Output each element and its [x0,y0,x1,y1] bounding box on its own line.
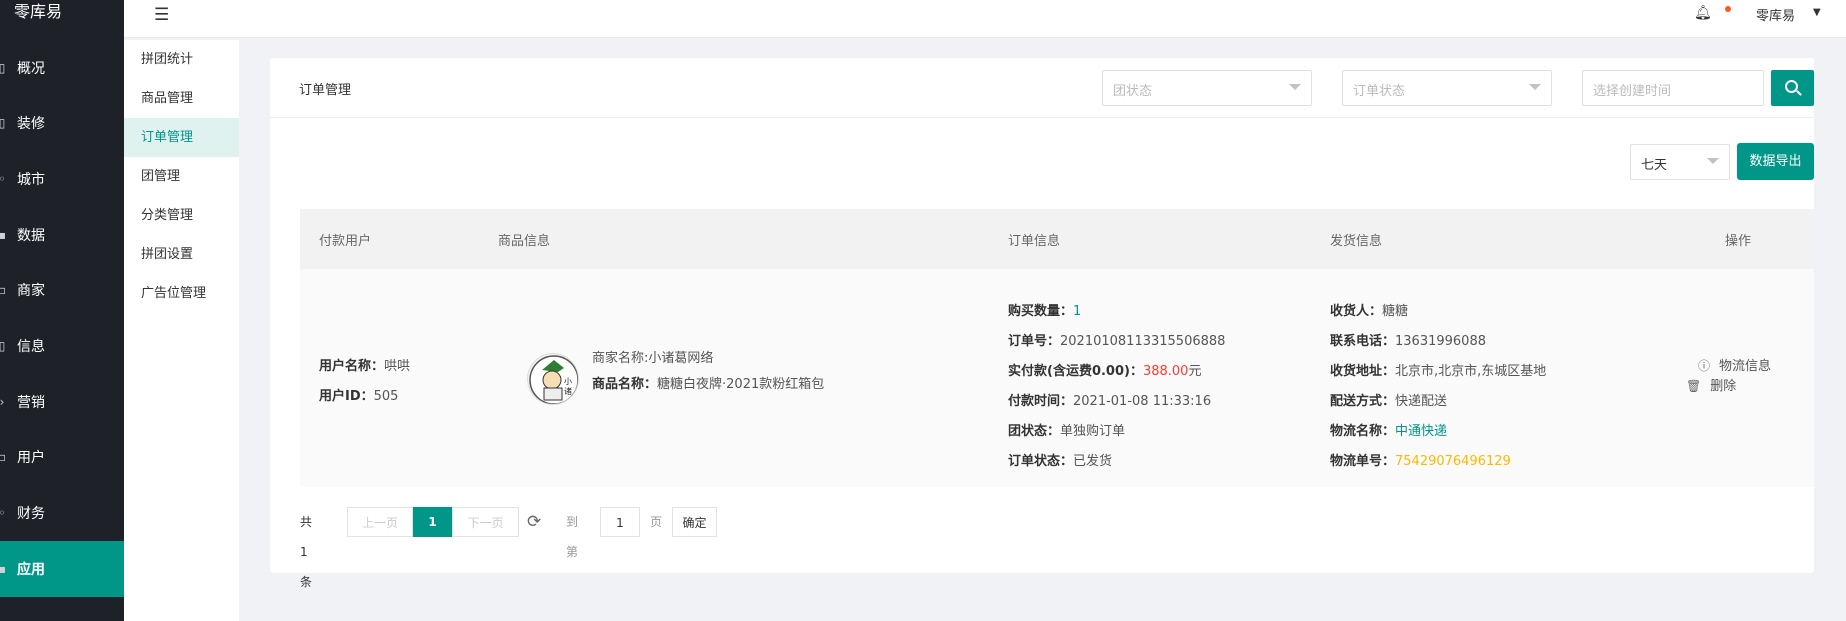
subnav-item-orders[interactable]: 订单管理 [124,118,239,157]
overview-icon: ▯ [0,61,6,75]
current-page[interactable]: 1 [413,507,452,537]
subnav-item-products[interactable]: 商品管理 [124,79,239,118]
table-row: 用户名称：哄哄 用户ID：505 小 诸 商家名称:小诸葛网络 商品名称：糖糖白… [300,269,1814,487]
app-icon: ▪ [0,562,7,576]
product-name: 商品名称：糖糖白夜牌·2021款粉红箱包 [592,377,825,392]
ship-phone: 联系电话：13631996088 [1330,334,1486,349]
trash-icon: 🗑︎ [1686,379,1702,393]
ship-address: 收货地址：北京市,北京市,东城区基地 [1330,364,1547,379]
notification-dot [1725,6,1731,12]
merchant-name: 商家名称:小诸葛网络 [592,351,714,366]
export-button[interactable]: 数据导出 [1737,143,1814,180]
nav-item-user[interactable]: ▫ 用户 [0,429,124,485]
delete-link[interactable]: 🗑︎ 删除 [1686,375,1736,394]
menu-toggle-icon[interactable]: ☰ [154,5,172,25]
user-id: 用户ID：505 [319,389,399,404]
city-icon: ◦ [0,172,6,186]
refresh-icon[interactable]: ⟳ [527,507,541,537]
order-group-status: 团状态：单独购订单 [1008,424,1126,439]
nav-item-info[interactable]: ▯ 信息 [0,318,124,374]
page-unit: 页 [650,515,663,529]
next-page-button[interactable]: 下一页 [452,507,519,537]
period-select[interactable]: 七天 [1630,144,1730,180]
order-no: 订单号：20210108113315506888 [1008,334,1226,349]
product-image: 小 诸 [527,353,579,405]
order-status-select[interactable]: 订单状态 [1342,70,1552,106]
subnav-item-settings[interactable]: 拼团设置 [124,235,239,274]
marketing-icon: › [0,395,5,409]
ship-tracking: 物流单号：75429076496129 [1330,454,1511,469]
svg-text:诸: 诸 [564,387,572,396]
info-circle-icon: ⓘ [1698,359,1711,373]
chevron-down-icon [1529,84,1541,90]
ship-receiver: 收货人：糖糖 [1330,304,1409,319]
merchant-icon: ▫ [0,283,7,297]
prev-page-button[interactable]: 上一页 [347,507,413,537]
order-status: 订单状态：已发货 [1008,454,1113,469]
main-nav: 零库易 ▯ 概况 ▯ 装修 ◦ 城市 ▪ 数据 ▫ 商家 ▯ 信息 › 营销 ▫ 用户 ◦ 财务 … [0,0,124,621]
logistics-info-link[interactable]: ⓘ 物流信息 [1698,355,1771,374]
goto-label: 到第 [566,515,579,559]
chevron-down-icon[interactable]: ▼ [1813,7,1821,18]
top-header: ☰ 🔔︎ 零库易 ▼ ⋮ [124,0,1846,38]
app-logo: 零库易 [14,2,63,21]
page-input[interactable]: 1 [600,507,640,537]
user-icon: ▫ [0,450,7,464]
group-status-select[interactable]: 团状态 [1102,70,1312,106]
ship-method: 配送方式：快递配送 [1330,394,1448,409]
ship-company: 物流名称：中通快递 [1330,424,1448,439]
subnav-item-ads[interactable]: 广告位管理 [124,274,239,313]
decorate-icon: ▯ [0,116,6,130]
order-qty: 购买数量：1 [1008,304,1082,319]
nav-item-app[interactable]: ▪ 应用 [0,541,124,597]
chevron-down-icon [1707,158,1719,164]
nav-item-city[interactable]: ◦ 城市 [0,151,124,207]
search-button[interactable] [1771,70,1814,106]
page-title: 订单管理 [299,83,352,98]
pager-total: 共 1 条 [300,515,313,589]
nav-item-overview[interactable]: ▯ 概况 [0,40,124,96]
data-icon: ▪ [0,228,7,242]
order-paid: 实付款(含运费0.00)：388.00元 [1008,364,1202,379]
subnav-item-categories[interactable]: 分类管理 [124,196,239,235]
nav-item-data[interactable]: ▪ 数据 [0,207,124,263]
nav-item-merchant[interactable]: ▫ 商家 [0,262,124,318]
subnav-item-groups[interactable]: 团管理 [124,157,239,196]
order-time: 付款时间：2021-01-08 11:33:16 [1008,394,1212,409]
finance-icon: ◦ [0,506,6,520]
more-icon[interactable]: ⋮ [1840,2,1846,18]
header-user-name[interactable]: 零库易 [1756,5,1795,24]
confirm-button[interactable]: 确定 [672,507,717,537]
bell-icon[interactable]: 🔔︎ [1694,5,1712,21]
sub-nav: 拼团统计 商品管理 订单管理 团管理 分类管理 拼团设置 广告位管理 [124,40,239,621]
nav-item-decorate[interactable]: ▯ 装修 [0,95,124,151]
chevron-down-icon [1289,84,1301,90]
user-name: 用户名称：哄哄 [319,359,411,374]
nav-item-marketing[interactable]: › 营销 [0,374,124,430]
svg-text:小: 小 [564,377,572,386]
create-time-picker[interactable]: 选择创建时间 [1582,70,1764,106]
subnav-item-group-stats[interactable]: 拼团统计 [124,40,239,79]
info-icon: ▯ [0,339,6,353]
nav-item-finance[interactable]: ◦ 财务 [0,485,124,541]
table-header: 付款用户 商品信息 订单信息 发货信息 操作 [300,209,1814,269]
